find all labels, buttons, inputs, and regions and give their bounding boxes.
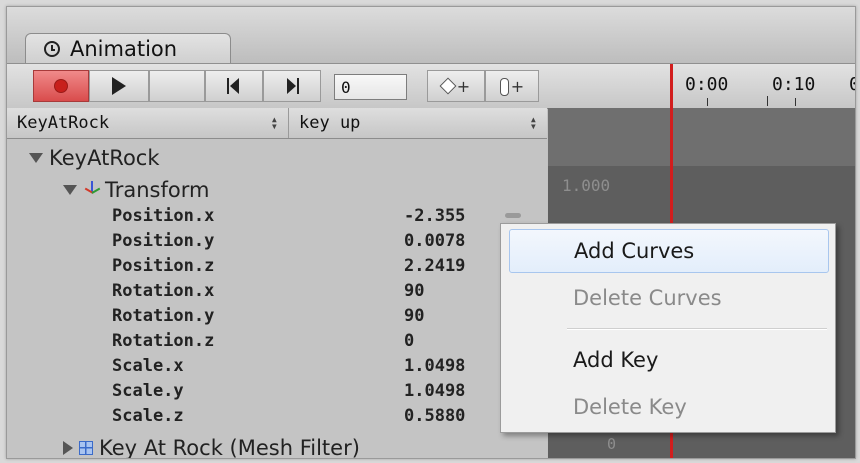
property-value[interactable]: 1.0498 [404,356,465,376]
menu-item-delete-key[interactable]: Delete Key [509,385,829,429]
spinner-icon: ▴ ▾ [270,112,278,133]
clip-selector[interactable]: key up ▴ ▾ [289,108,547,138]
property-row[interactable]: Rotation.z 0 [7,328,547,353]
collapse-arrow-icon [63,441,73,455]
playhead-marker[interactable] [670,64,673,108]
pane-header: KeyAtRock ▴ ▾ key up ▴ ▾ [7,108,547,139]
tab-title: Animation [70,37,178,61]
clock-icon [44,41,60,57]
tree-item-root[interactable]: KeyAtRock [7,144,547,172]
tick-label: 0 [849,74,855,95]
menu-separator [567,328,827,330]
property-row[interactable]: Rotation.y 90 [7,303,547,328]
tree-item-transform[interactable]: Transform [7,176,547,204]
property-name: Position.y [112,230,215,251]
curve-zero-label: 0 [607,435,617,453]
transform-icon [83,181,101,199]
property-name: Scale.y [112,380,184,401]
scale-label: 1.000 [562,176,611,195]
tab-animation[interactable]: Animation [25,33,231,64]
tick-mark [795,98,796,106]
property-value[interactable]: 90 [404,281,424,301]
tree-item-label: Transform [105,178,210,202]
property-value[interactable]: 90 [404,306,424,326]
timeline-ruler[interactable]: 0:00 0:10 0 [677,64,855,108]
object-selector[interactable]: KeyAtRock ▴ ▾ [7,108,289,138]
next-keyframe-icon [285,78,299,94]
property-value[interactable]: 0.5880 [404,406,465,426]
tree-item-label: Key At Rock (Mesh Filter) [99,436,360,459]
property-value[interactable]: 0 [404,331,414,351]
property-row[interactable]: Scale.x 1.0498 [7,353,547,378]
play-button[interactable] [89,70,149,102]
menu-item-add-curves[interactable]: Add Curves [509,229,829,273]
tree-item-label: KeyAtRock [49,146,160,170]
tree-item-mesh-filter[interactable]: Key At Rock (Mesh Filter) [7,434,547,459]
property-value[interactable]: 1.0498 [404,381,465,401]
tick-mark [707,98,708,106]
expand-arrow-icon [63,185,77,195]
record-button[interactable] [33,70,89,102]
spinner-icon: ▴ ▾ [529,112,537,133]
expand-arrow-icon [29,153,43,163]
tick-label: 0:00 [685,74,729,95]
property-row[interactable]: Position.z 2.2419 [7,253,547,278]
toolbar: 0 + + 0:00 0:10 0 [7,63,855,109]
keyframe-indicator-icon[interactable] [505,213,521,218]
tick-mark [767,96,768,106]
previous-keyframe-icon [227,78,241,94]
hierarchy-pane: KeyAtRock ▴ ▾ key up ▴ ▾ KeyAtRock Transfo… [7,108,547,458]
property-name: Position.z [112,255,215,276]
add-event-button[interactable]: + [485,70,539,102]
play-icon [112,77,126,95]
previous-keyframe-button[interactable] [205,70,263,102]
add-keyframe-button[interactable]: + [427,70,485,102]
menu-item-delete-curves[interactable]: Delete Curves [509,276,829,320]
tick-label: 0:10 [772,74,816,95]
add-event-icon: + [499,77,524,96]
property-row[interactable]: Scale.z 0.5880 [7,403,547,428]
curve-editor-header [548,108,855,166]
property-name: Rotation.x [112,280,215,301]
add-keyframe-icon: + [439,77,470,96]
toolbar-spacer [149,70,205,102]
clip-selector-label: key up [299,113,361,133]
menu-item-add-key[interactable]: Add Key [509,338,829,382]
property-name: Scale.x [112,355,184,376]
record-icon [55,80,67,92]
property-name: Position.x [112,205,215,226]
tab-bar: Animation [7,7,855,64]
frame-field[interactable]: 0 [334,74,407,100]
property-row[interactable]: Rotation.x 90 [7,278,547,303]
context-menu: Add Curves Delete Curves Add Key Delete … [500,223,836,433]
property-row[interactable]: Position.y 0.0078 [7,228,547,253]
property-name: Scale.z [112,405,184,426]
mesh-filter-icon [79,441,93,455]
property-row[interactable]: Scale.y 1.0498 [7,378,547,403]
property-name: Rotation.z [112,330,215,351]
property-row[interactable]: Position.x -2.355 [7,203,547,228]
next-keyframe-button[interactable] [263,70,321,102]
property-value[interactable]: 0.0078 [404,231,465,251]
property-name: Rotation.y [112,305,215,326]
property-value[interactable]: -2.355 [404,206,465,226]
property-value[interactable]: 2.2419 [404,256,465,276]
property-list: Position.x -2.355 Position.y 0.0078 Posi… [7,203,547,431]
object-selector-label: KeyAtRock [17,113,110,133]
